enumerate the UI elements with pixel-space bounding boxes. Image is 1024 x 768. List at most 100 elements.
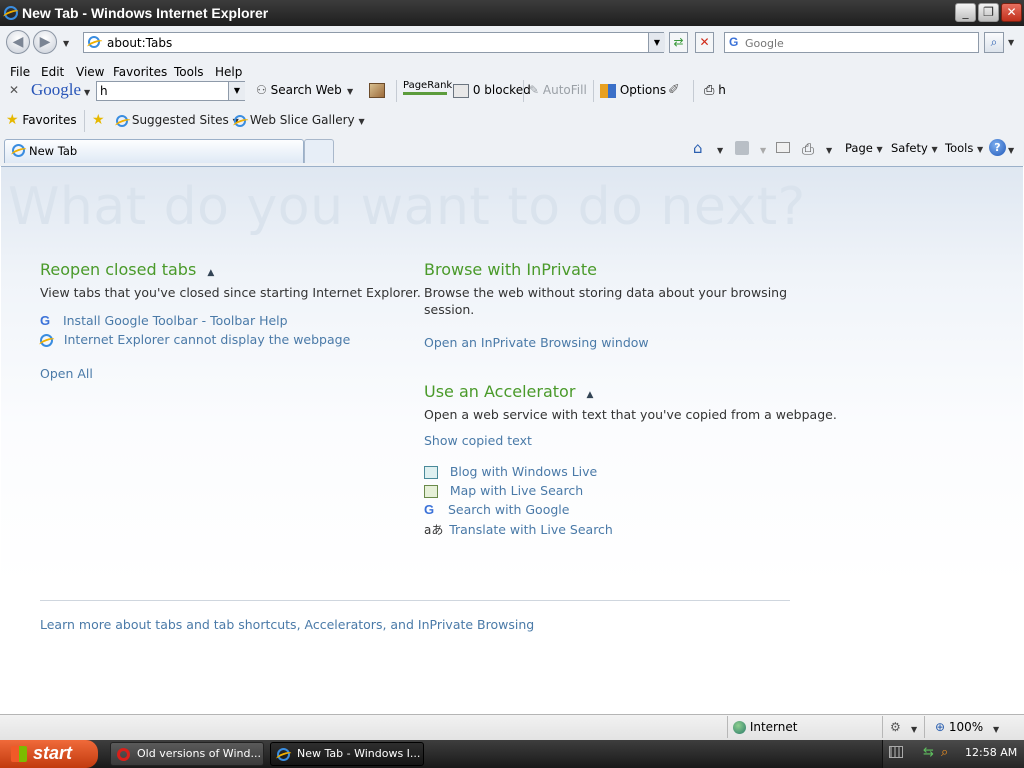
search-input[interactable] bbox=[743, 35, 977, 52]
protected-mode-chevron-icon[interactable]: ▼ bbox=[911, 725, 917, 734]
tools-menu[interactable]: Tools ▼ bbox=[945, 141, 983, 155]
safety-menu[interactable]: Safety ▼ bbox=[891, 141, 938, 155]
home-chevron-icon[interactable]: ▼ bbox=[717, 146, 723, 155]
google-search-icon: G bbox=[729, 35, 739, 49]
page-menu[interactable]: Page ▼ bbox=[845, 141, 883, 155]
open-inprivate-link[interactable]: Open an InPrivate Browsing window bbox=[424, 335, 649, 350]
google-brand[interactable]: Google bbox=[31, 80, 81, 100]
menu-file[interactable]: File bbox=[10, 65, 30, 79]
popup-blocker-button[interactable]: 0 blocked bbox=[453, 83, 531, 98]
favorites-button[interactable]: ★ Favorites bbox=[6, 112, 77, 128]
suggested-sites-button[interactable]: Suggested Sites ▼ bbox=[116, 113, 239, 127]
highlighter-icon[interactable]: ✐ bbox=[668, 82, 680, 98]
inprivate-description-line2: session. bbox=[424, 302, 475, 317]
accelerator-item[interactable]: Map with Live Search bbox=[424, 483, 583, 498]
map-icon bbox=[424, 485, 438, 498]
title-bar[interactable]: New Tab - Windows Internet Explorer _ ❐ … bbox=[0, 0, 1024, 26]
accelerator-item[interactable]: Blog with Windows Live bbox=[424, 464, 597, 479]
closed-tab-item[interactable]: Internet Explorer cannot display the web… bbox=[40, 332, 350, 347]
closed-tab-link[interactable]: Install Google Toolbar - Toolbar Help bbox=[63, 313, 288, 328]
menu-tools[interactable]: Tools bbox=[174, 65, 204, 79]
find-term-icon: ⎙ bbox=[704, 83, 715, 98]
feeds-chevron-icon: ▼ bbox=[760, 146, 767, 155]
accelerator-link[interactable]: Translate with Live Search bbox=[449, 522, 613, 537]
search-options-chevron-icon[interactable]: ▼ bbox=[1008, 38, 1014, 47]
closed-tab-item[interactable]: G Install Google Toolbar - Toolbar Help bbox=[40, 313, 288, 328]
new-tab-button[interactable] bbox=[304, 139, 334, 163]
refresh-icon[interactable]: ⇄ bbox=[669, 32, 688, 53]
help-chevron-icon[interactable]: ▼ bbox=[1008, 146, 1014, 155]
search-box[interactable]: G bbox=[724, 32, 979, 53]
zoom-control[interactable]: ⊕ 100% bbox=[935, 720, 983, 734]
accelerator-link[interactable]: Blog with Windows Live bbox=[450, 464, 597, 479]
pagerank-indicator[interactable]: PageRank bbox=[403, 80, 452, 95]
search-web-chevron-icon[interactable]: ▼ bbox=[347, 87, 353, 96]
accelerator-link[interactable]: Map with Live Search bbox=[450, 483, 583, 498]
search-go-icon[interactable]: ⌕ bbox=[984, 32, 1004, 53]
restore-button[interactable]: ❐ bbox=[978, 3, 999, 22]
open-all-link[interactable]: Open All bbox=[40, 366, 93, 381]
back-button[interactable]: ◀ bbox=[6, 30, 30, 54]
menu-help[interactable]: Help bbox=[215, 65, 242, 79]
tab-new-tab[interactable]: New Tab bbox=[4, 139, 304, 163]
address-dropdown-icon[interactable]: ▼ bbox=[648, 33, 665, 52]
accelerator-link[interactable]: Search with Google bbox=[448, 502, 570, 517]
print-chevron-icon[interactable]: ▼ bbox=[826, 146, 832, 155]
google-search-value[interactable]: h bbox=[100, 84, 108, 98]
menu-view[interactable]: View bbox=[76, 65, 104, 79]
recent-pages-chevron-icon[interactable]: ▼ bbox=[63, 39, 69, 48]
taskbar-item-active[interactable]: New Tab - Windows I... bbox=[270, 742, 424, 766]
learn-more-link[interactable]: Learn more about tabs and tab shortcuts,… bbox=[40, 617, 534, 632]
close-button[interactable]: ✕ bbox=[1001, 3, 1022, 22]
feeds-icon[interactable] bbox=[735, 141, 749, 155]
taskbar-item[interactable]: Old versions of Wind... bbox=[110, 742, 264, 766]
tab-label: New Tab bbox=[29, 144, 78, 158]
menu-favorites[interactable]: Favorites bbox=[113, 65, 167, 79]
google-search-field[interactable]: h ▼ bbox=[96, 81, 245, 101]
security-zone[interactable]: Internet bbox=[733, 720, 797, 734]
tray-search-icon[interactable]: ⌕ bbox=[941, 745, 948, 760]
print-icon[interactable]: ⎙ bbox=[802, 140, 814, 158]
reopen-closed-tabs-heading[interactable]: Reopen closed tabs ▲ bbox=[40, 260, 214, 279]
toolbar-close-icon[interactable]: ✕ bbox=[9, 83, 19, 97]
network-icon[interactable]: ⇆ bbox=[923, 745, 934, 760]
tools-menu-label: Tools bbox=[945, 141, 974, 155]
help-icon[interactable]: ? bbox=[989, 139, 1006, 156]
accelerator-item[interactable]: G Search with Google bbox=[424, 502, 569, 517]
start-button[interactable]: start bbox=[0, 740, 98, 768]
add-to-favorites-icon[interactable]: ★ bbox=[92, 112, 105, 128]
news-icon[interactable] bbox=[369, 83, 385, 98]
show-copied-text-link[interactable]: Show copied text bbox=[424, 433, 532, 448]
accelerator-heading[interactable]: Use an Accelerator ▲ bbox=[424, 382, 593, 401]
inprivate-description-line1: Browse the web without storing data abou… bbox=[424, 285, 788, 300]
search-web-button[interactable]: ⚇ Search Web bbox=[256, 83, 342, 97]
address-url[interactable]: about:Tabs bbox=[107, 36, 172, 50]
accelerator-item[interactable]: aあ Translate with Live Search bbox=[424, 521, 613, 538]
menu-edit[interactable]: Edit bbox=[41, 65, 64, 79]
tab-page-icon bbox=[12, 144, 25, 157]
minimize-button[interactable]: _ bbox=[955, 3, 976, 22]
stop-icon[interactable]: ✕ bbox=[695, 32, 714, 53]
protected-mode-icon[interactable]: ⚙ bbox=[890, 720, 901, 734]
forward-button[interactable]: ▶ bbox=[33, 30, 57, 54]
mail-icon[interactable] bbox=[776, 142, 790, 153]
google-menu-chevron-icon[interactable]: ▼ bbox=[84, 88, 90, 97]
closed-tab-link[interactable]: Internet Explorer cannot display the web… bbox=[64, 332, 350, 347]
accelerator-heading-label: Use an Accelerator bbox=[424, 382, 576, 401]
home-icon[interactable]: ⌂ bbox=[693, 139, 703, 157]
google-search-dropdown-icon[interactable]: ▼ bbox=[228, 82, 245, 100]
highlight-term-button[interactable]: ⎙ h bbox=[704, 83, 726, 98]
keyboard-icon[interactable] bbox=[889, 746, 903, 758]
web-slice-gallery-button[interactable]: Web Slice Gallery ▼ bbox=[234, 113, 365, 127]
content-divider bbox=[40, 600, 790, 601]
clock[interactable]: 12:58 AM bbox=[965, 746, 1017, 759]
autofill-button[interactable]: ✎ AutoFill bbox=[529, 83, 587, 97]
toolbar-separator bbox=[396, 80, 397, 102]
zoom-icon: ⊕ bbox=[935, 720, 946, 734]
zoom-chevron-icon[interactable]: ▼ bbox=[993, 725, 999, 734]
address-bar[interactable]: about:Tabs ▼ bbox=[83, 32, 665, 53]
status-divider bbox=[727, 716, 728, 738]
page-menu-chevron-icon: ▼ bbox=[876, 145, 883, 154]
options-label: Options bbox=[619, 83, 667, 97]
options-button[interactable]: Options bbox=[600, 83, 666, 98]
